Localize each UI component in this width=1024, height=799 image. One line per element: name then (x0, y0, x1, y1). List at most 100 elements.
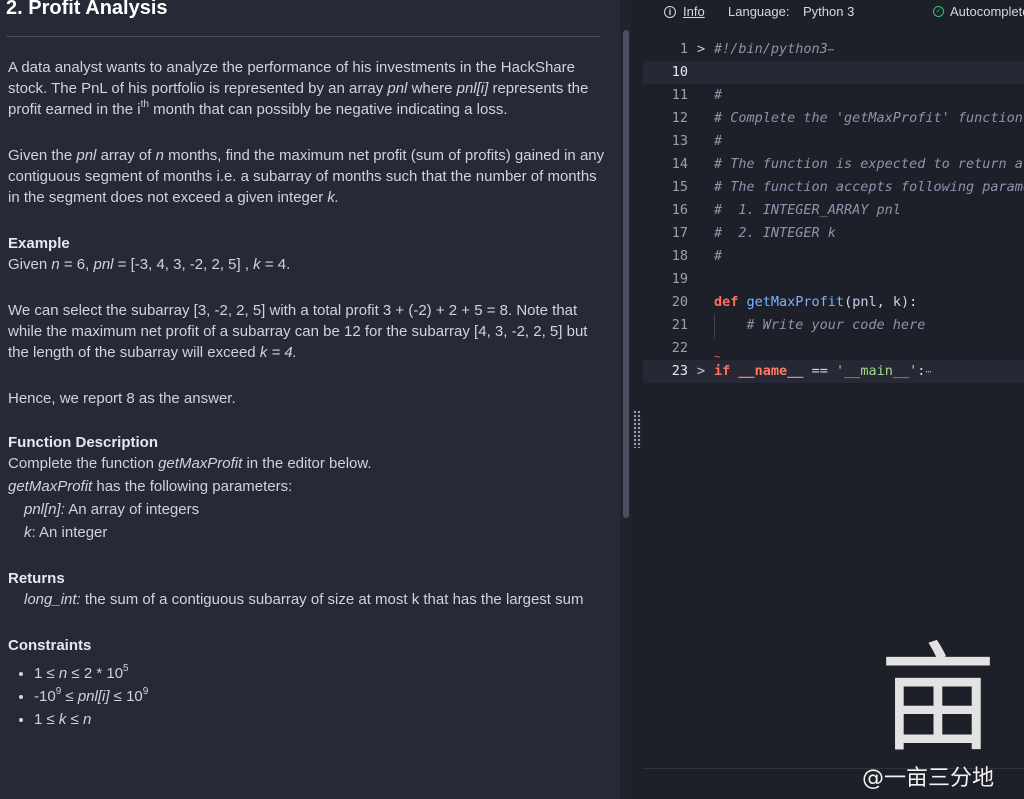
code-line[interactable]: 21 # Write your code here (643, 314, 1024, 337)
line-number: 15 (671, 179, 688, 195)
info-link[interactable]: Info (683, 4, 705, 19)
check-circle-icon[interactable]: ✓ (933, 6, 944, 17)
given-text: array of (96, 147, 156, 164)
var-k: k = 4. (259, 344, 297, 361)
line-number: 22 (671, 340, 688, 356)
constraint-item: 1 ≤ n ≤ 2 * 105 (34, 662, 606, 685)
var-n: n (51, 256, 60, 273)
folded-ellipsis-icon[interactable]: ⋯ (828, 45, 834, 56)
title-divider (6, 36, 600, 37)
code-text: # (714, 87, 723, 103)
line-number: 23 (671, 363, 688, 379)
var-pnl: pnl (387, 80, 408, 97)
autocomplete-toggle[interactable]: Autocomplete (950, 4, 1024, 19)
param-name: pnl[n]: (24, 501, 65, 518)
parameters-text: has the following parameters: (92, 478, 293, 495)
returns-description: long_int: the sum of a contiguous subarr… (8, 589, 606, 610)
problem-scrollbar-thumb[interactable] (623, 30, 629, 518)
parameters-intro: getMaxProfit has the following parameter… (8, 476, 606, 497)
param-pnl: pnl[n]: An array of integers (8, 499, 606, 520)
code-text: #!/bin/python3⋯ (714, 38, 834, 62)
code-text: # Complete the 'getMaxProfit' function b… (714, 110, 1023, 126)
explanation-paragraph: We can select the subarray [3, -2, 2, 5]… (8, 300, 606, 363)
var-pnl: pnl (93, 256, 114, 273)
code-line[interactable]: 22 (643, 337, 1024, 360)
code-line[interactable]: 12 # Complete the 'getMaxProfit' function… (643, 107, 1024, 130)
param-k: k: An integer (8, 522, 606, 543)
code-line[interactable]: 11 # (643, 84, 1024, 107)
superscript: 9 (142, 686, 149, 697)
code-line[interactable]: 17 # 2. INTEGER k (643, 222, 1024, 245)
function-description-heading: Function Description (8, 434, 158, 451)
code-text: # 2. INTEGER k (714, 225, 836, 241)
constraint-text: 1 ≤ (34, 665, 59, 682)
line-number: 21 (671, 317, 688, 333)
intro-text: month that can possibly be negative indi… (148, 101, 508, 118)
constraints-heading: Constraints (8, 637, 92, 654)
constraint-text: -10 (34, 688, 56, 705)
var-k: k (253, 256, 261, 273)
function-description: Complete the function getMaxProfit in th… (8, 453, 606, 474)
constraint-text: ≤ (61, 688, 78, 705)
parameter: k (892, 294, 902, 310)
line-number: 16 (671, 202, 688, 218)
shebang-comment: #!/bin/python3 (714, 41, 828, 57)
example-text-part: = [-3, 4, 3, -2, 2, 5] , (113, 256, 254, 273)
function-text: in the editor below. (242, 455, 372, 472)
var-n: n (83, 711, 92, 728)
code-line[interactable]: 20 def getMaxProfit(pnl, k): (643, 291, 1024, 314)
folded-ellipsis-icon[interactable]: ⋯ (925, 367, 931, 378)
code-line[interactable]: 13 # (643, 130, 1024, 153)
example-text-part: Given (8, 256, 52, 273)
pane-splitter[interactable] (631, 0, 643, 799)
constraint-item: 1 ≤ k ≤ n (34, 708, 606, 731)
code-text: # The function is expected to return a L… (714, 156, 1023, 172)
constraint-item: -109 ≤ pnl[i] ≤ 109 (34, 685, 606, 708)
code-line[interactable]: 23 > if __name__ == '__main__':⋯ (643, 360, 1024, 383)
language-select[interactable]: Python 3 (803, 4, 854, 19)
explanation-text: We can select the subarray [3, -2, 2, 5]… (8, 302, 588, 361)
answer-text: Hence, we report 8 as the answer. (8, 390, 236, 407)
function-name: getMaxProfit (158, 455, 243, 472)
code-line[interactable]: 19 (643, 268, 1024, 291)
superscript: th (140, 99, 149, 110)
example-text-part: = 4. (260, 256, 291, 273)
problem-title: 2. Profit Analysis (6, 0, 168, 19)
line-number: 14 (671, 156, 688, 172)
string-literal: '__main__' (835, 363, 918, 379)
code-text: # Write your code here (714, 317, 926, 333)
code-line[interactable]: 1 > #!/bin/python3⋯ (643, 38, 1024, 61)
constraint-text: ≤ 2 * 10 (67, 665, 124, 682)
fold-chevron-icon[interactable]: > (697, 38, 705, 61)
line-number: 11 (671, 87, 688, 103)
var-k: k. (327, 189, 340, 206)
return-type: long_int: (24, 591, 81, 608)
line-number: 13 (671, 133, 688, 149)
constraint-text: ≤ (66, 711, 83, 728)
code-text: def getMaxProfit(pnl, k): (714, 291, 917, 314)
code-line[interactable]: 14 # The function is expected to return a… (643, 153, 1024, 176)
operator: == (803, 363, 836, 379)
example-text-part: = 6, (59, 256, 94, 273)
code-line[interactable]: 16 # 1. INTEGER_ARRAY pnl (643, 199, 1024, 222)
indent-guide (714, 314, 715, 338)
line-number: 1 (679, 41, 688, 57)
constraint-text: 1 ≤ (34, 711, 59, 728)
dunder-name: __name__ (738, 363, 804, 379)
code-text: # (714, 248, 723, 264)
info-icon[interactable]: i (664, 6, 676, 18)
watermark-text: @一亩三分地 (862, 766, 995, 791)
var-pnl: pnl (76, 147, 97, 164)
fold-chevron-icon[interactable]: > (697, 360, 705, 383)
punctuation: ( (844, 294, 853, 310)
code-line[interactable]: 18 # (643, 245, 1024, 268)
splitter-grip-icon[interactable] (633, 410, 641, 448)
code-text: # 1. INTEGER_ARRAY pnl (714, 202, 901, 218)
intro-paragraph: A data analyst wants to analyze the perf… (8, 57, 606, 120)
line-number: 20 (671, 294, 688, 310)
language-label: Language: (728, 4, 790, 19)
code-line[interactable]: 15 # The function accepts following param… (643, 176, 1024, 199)
var-n: n (155, 147, 164, 164)
keyword-if: if (714, 363, 731, 379)
code-line-active[interactable]: 10 (643, 61, 1024, 84)
